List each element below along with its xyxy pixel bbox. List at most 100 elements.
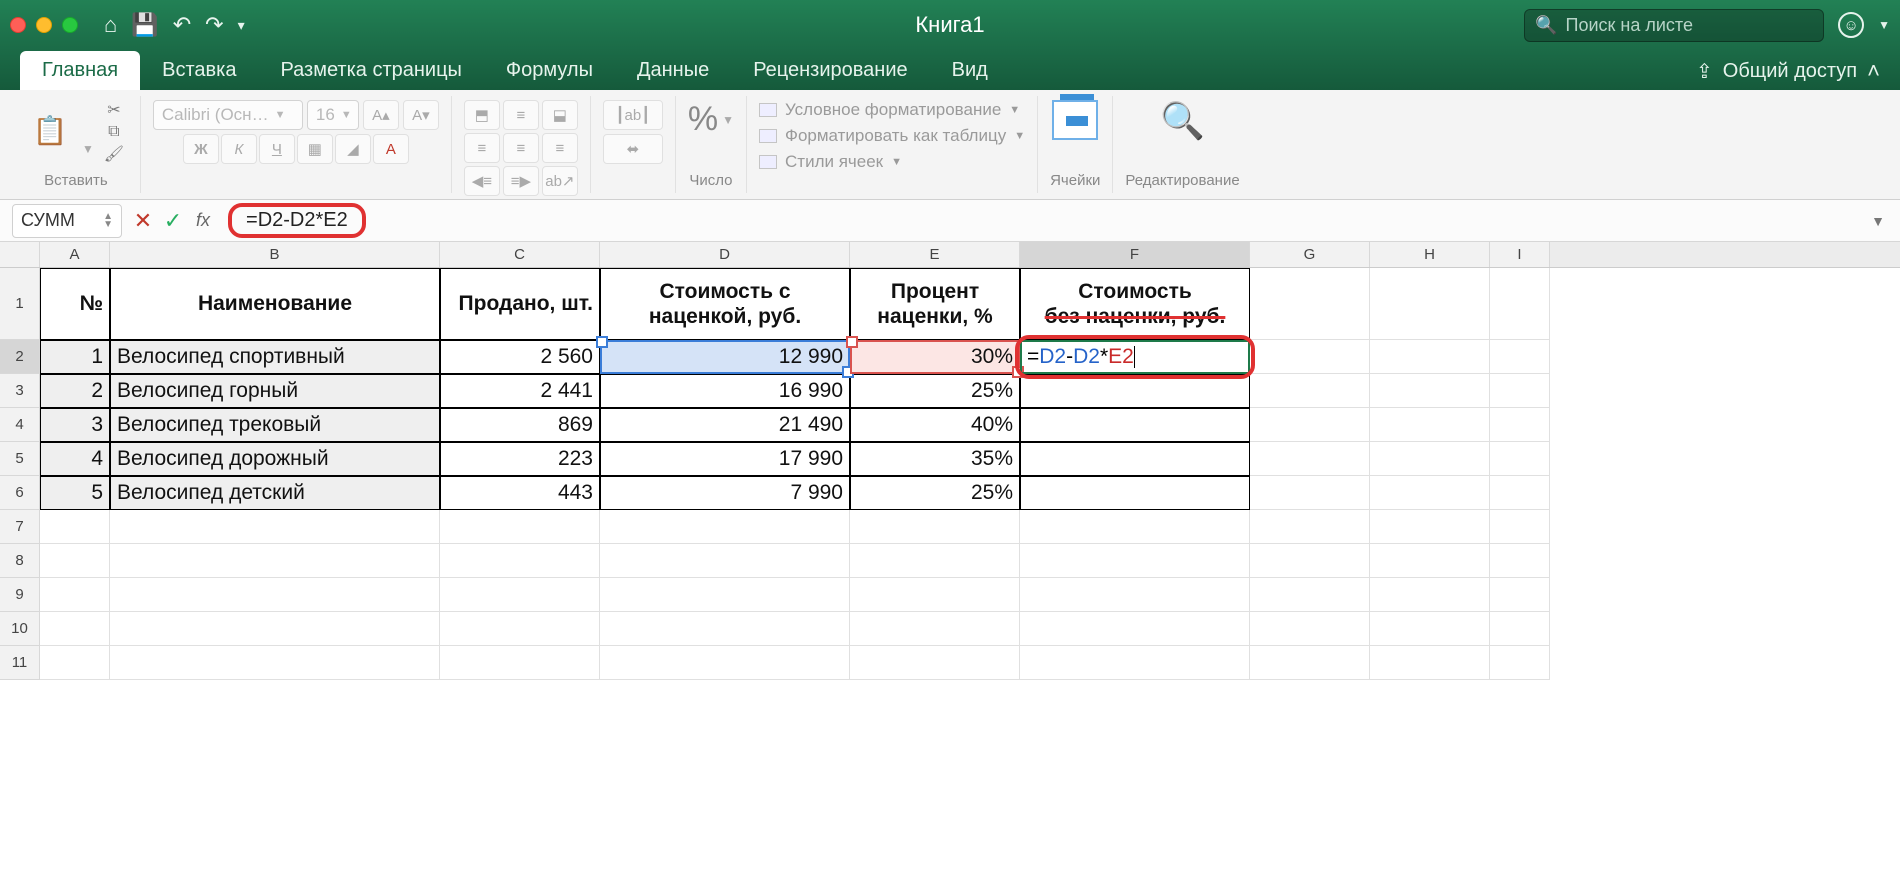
cell-D9[interactable] — [600, 578, 850, 612]
cell-E1[interactable]: Процент наценки, % — [850, 268, 1020, 340]
row-header-11[interactable]: 11 — [0, 646, 40, 680]
cell-C1[interactable]: Продано, шт. — [440, 268, 600, 340]
cell-F5[interactable] — [1020, 442, 1250, 476]
decrease-font-button[interactable]: A▾ — [403, 100, 439, 130]
cell-F1[interactable]: Стоимостьбез наценки, руб. — [1020, 268, 1250, 340]
cell-B4[interactable]: Велосипед трековый — [110, 408, 440, 442]
cell-I6[interactable] — [1490, 476, 1550, 510]
underline-button[interactable]: Ч — [259, 134, 295, 164]
cell-I9[interactable] — [1490, 578, 1550, 612]
percent-icon[interactable]: % — [688, 100, 718, 139]
row-header-5[interactable]: 5 — [0, 442, 40, 476]
cell-F10[interactable] — [1020, 612, 1250, 646]
cell-H9[interactable] — [1370, 578, 1490, 612]
cell-C11[interactable] — [440, 646, 600, 680]
cell-H1[interactable] — [1370, 268, 1490, 340]
close-window-button[interactable] — [10, 17, 26, 33]
cell-A7[interactable] — [40, 510, 110, 544]
cell-G1[interactable] — [1250, 268, 1370, 340]
align-center-button[interactable]: ≡ — [503, 133, 539, 163]
col-header-G[interactable]: G — [1250, 242, 1370, 267]
expand-formula-bar-icon[interactable]: ▼ — [1864, 213, 1892, 229]
cell-C10[interactable] — [440, 612, 600, 646]
cell-I10[interactable] — [1490, 612, 1550, 646]
cell-B9[interactable] — [110, 578, 440, 612]
cell-F7[interactable] — [1020, 510, 1250, 544]
align-left-button[interactable]: ≡ — [464, 133, 500, 163]
col-header-I[interactable]: I — [1490, 242, 1550, 267]
font-size-select[interactable]: 16▼ — [307, 100, 359, 130]
cut-button[interactable]: ✂ — [100, 100, 128, 120]
cell-A10[interactable] — [40, 612, 110, 646]
cell-H5[interactable] — [1370, 442, 1490, 476]
format-as-table-button[interactable]: Форматировать как таблицу▼ — [759, 126, 1025, 146]
cell-C9[interactable] — [440, 578, 600, 612]
cell-H11[interactable] — [1370, 646, 1490, 680]
search-box[interactable]: 🔍 — [1524, 9, 1824, 42]
cell-F3[interactable] — [1020, 374, 1250, 408]
cell-H2[interactable] — [1370, 340, 1490, 374]
col-header-C[interactable]: C — [440, 242, 600, 267]
increase-font-button[interactable]: A▴ — [363, 100, 399, 130]
cell-C5[interactable]: 223 — [440, 442, 600, 476]
cell-A9[interactable] — [40, 578, 110, 612]
bold-button[interactable]: Ж — [183, 134, 219, 164]
tab-data[interactable]: Данные — [615, 51, 731, 90]
cell-C4[interactable]: 869 — [440, 408, 600, 442]
cell-I5[interactable] — [1490, 442, 1550, 476]
col-header-F[interactable]: F — [1020, 242, 1250, 267]
minimize-window-button[interactable] — [36, 17, 52, 33]
tab-review[interactable]: Рецензирование — [731, 51, 929, 90]
cell-H7[interactable] — [1370, 510, 1490, 544]
conditional-formatting-button[interactable]: Условное форматирование▼ — [759, 100, 1025, 120]
fill-color-button[interactable]: ◢ — [335, 134, 371, 164]
name-box[interactable]: СУММ ▲▼ — [12, 204, 122, 238]
cell-F4[interactable] — [1020, 408, 1250, 442]
orientation-button[interactable]: ab↗ — [542, 166, 578, 196]
row-header-9[interactable]: 9 — [0, 578, 40, 612]
cell-F8[interactable] — [1020, 544, 1250, 578]
align-middle-button[interactable]: ≡ — [503, 100, 539, 130]
tab-view[interactable]: Вид — [930, 51, 1010, 90]
cell-C2[interactable]: 2 560 — [440, 340, 600, 374]
cell-G4[interactable] — [1250, 408, 1370, 442]
cell-G9[interactable] — [1250, 578, 1370, 612]
tab-formulas[interactable]: Формулы — [484, 51, 615, 90]
cell-B5[interactable]: Велосипед дорожный — [110, 442, 440, 476]
cell-I4[interactable] — [1490, 408, 1550, 442]
cell-G8[interactable] — [1250, 544, 1370, 578]
cell-A5[interactable]: 4 — [40, 442, 110, 476]
cell-H10[interactable] — [1370, 612, 1490, 646]
select-all-corner[interactable] — [0, 242, 40, 267]
find-icon[interactable]: 🔍 — [1160, 100, 1205, 142]
formula-input[interactable]: =D2-D2*E2 — [218, 199, 1864, 242]
cell-I7[interactable] — [1490, 510, 1550, 544]
col-header-B[interactable]: B — [110, 242, 440, 267]
col-header-D[interactable]: D — [600, 242, 850, 267]
cell-F9[interactable] — [1020, 578, 1250, 612]
redo-icon[interactable]: ↷ — [205, 12, 223, 38]
cell-I11[interactable] — [1490, 646, 1550, 680]
cell-styles-button[interactable]: Стили ячеек▼ — [759, 152, 1025, 172]
cell-A4[interactable]: 3 — [40, 408, 110, 442]
cell-C3[interactable]: 2 441 — [440, 374, 600, 408]
cell-G5[interactable] — [1250, 442, 1370, 476]
font-color-button[interactable]: A — [373, 134, 409, 164]
cell-G2[interactable] — [1250, 340, 1370, 374]
paste-button[interactable]: 📋 — [24, 100, 76, 160]
cell-D4[interactable]: 21 490 — [600, 408, 850, 442]
col-header-E[interactable]: E — [850, 242, 1020, 267]
number-menu-icon[interactable]: ▼ — [722, 113, 734, 127]
row-header-6[interactable]: 6 — [0, 476, 40, 510]
cell-I1[interactable] — [1490, 268, 1550, 340]
cell-A11[interactable] — [40, 646, 110, 680]
cell-D1[interactable]: Стоимость с наценкой, руб. — [600, 268, 850, 340]
cell-B1[interactable]: Наименование — [110, 268, 440, 340]
cell-B11[interactable] — [110, 646, 440, 680]
cell-E4[interactable]: 40% — [850, 408, 1020, 442]
cell-E11[interactable] — [850, 646, 1020, 680]
cell-H8[interactable] — [1370, 544, 1490, 578]
col-header-H[interactable]: H — [1370, 242, 1490, 267]
italic-button[interactable]: К — [221, 134, 257, 164]
cell-G6[interactable] — [1250, 476, 1370, 510]
